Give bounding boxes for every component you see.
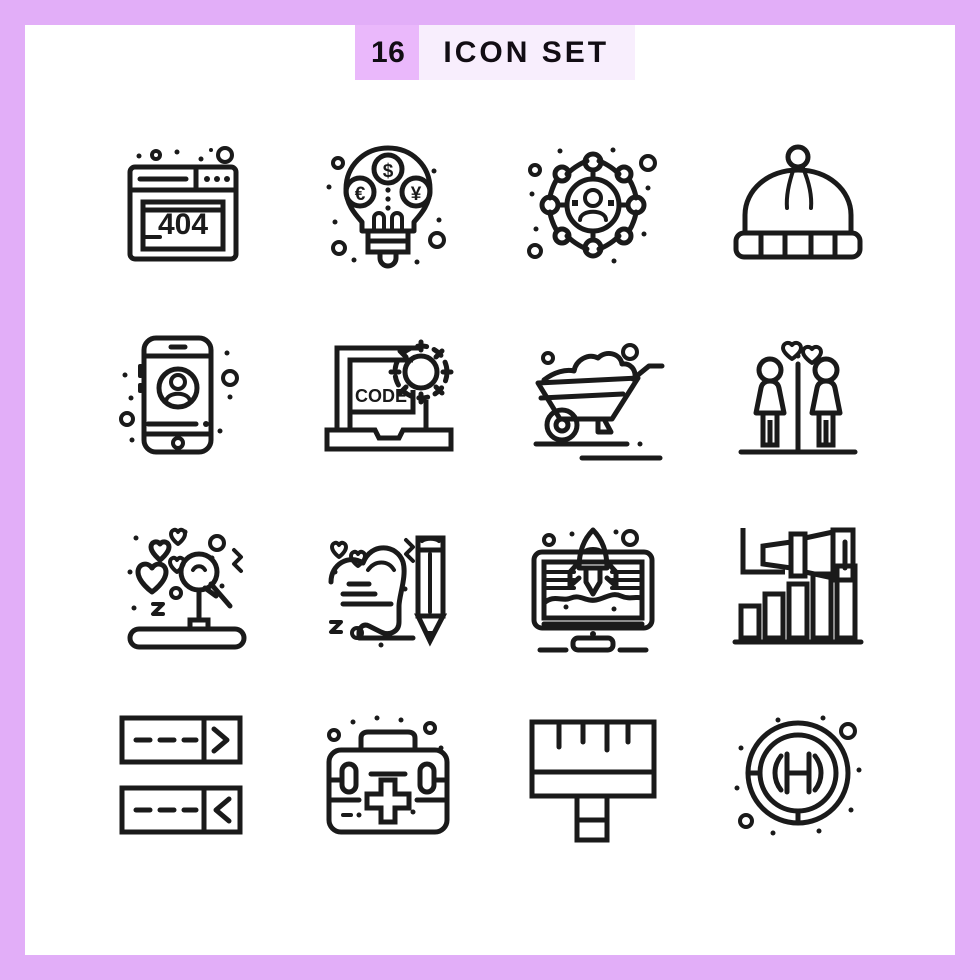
icon-grid: 404 $ € ¥ CODE [80, 110, 900, 870]
svg-text:€: € [354, 184, 365, 205]
svg-text:¥: ¥ [410, 184, 421, 205]
icon-cell-heart-pencil-note[interactable] [285, 490, 490, 680]
icon-cell-microphone-hearts[interactable] [80, 490, 285, 680]
microphone-hearts-icon [127, 527, 246, 650]
winter-beanie-hat-icon [733, 144, 862, 260]
icon-cell-laptop-code-gear[interactable]: CODE [285, 300, 490, 490]
heart-pencil-note-icon [328, 535, 447, 648]
couple-hearts-icon [738, 340, 857, 455]
ruler-measure-icon [529, 719, 656, 843]
svg-text:CODE: CODE [354, 386, 406, 406]
icon-cell-first-aid-kit[interactable] [285, 680, 490, 870]
icon-cell-telescope-bar-chart[interactable] [695, 490, 900, 680]
mobile-user-profile-icon [118, 335, 239, 455]
icon-cell-data-transfer-arrows[interactable] [80, 680, 285, 870]
helipad-h-icon [734, 715, 861, 836]
icon-set-page: 16 ICON SET 404 $ € ¥ CODE [0, 0, 980, 980]
svg-text:$: $ [382, 161, 393, 182]
header-title-background: ICON SET [419, 25, 636, 80]
icon-cell-wheelbarrow[interactable] [490, 300, 695, 490]
icon-cell-couple-hearts[interactable] [695, 300, 900, 490]
monitor-rocket-launch-icon [531, 527, 654, 653]
icon-count-badge: 16 [355, 25, 420, 80]
social-network-user-icon [526, 147, 657, 264]
money-idea-lightbulb-icon: $ € ¥ [326, 145, 446, 269]
svg-text:404: 404 [157, 208, 207, 241]
page-title: ICON SET [443, 35, 610, 69]
header: 16 ICON SET [355, 25, 636, 80]
icon-cell-winter-beanie-hat[interactable] [695, 110, 900, 300]
telescope-bar-chart-icon [732, 527, 863, 645]
icon-set-panel: 16 ICON SET 404 $ € ¥ CODE [25, 25, 955, 955]
icon-cell-ruler-measure[interactable] [490, 680, 695, 870]
laptop-code-gear-icon: CODE [324, 339, 453, 452]
icon-cell-social-network-user[interactable] [490, 110, 695, 300]
wheelbarrow-icon [533, 343, 664, 461]
icon-cell-error-404-browser-window[interactable]: 404 [80, 110, 285, 300]
data-transfer-arrows-icon [119, 715, 242, 835]
icon-cell-money-idea-lightbulb[interactable]: $ € ¥ [285, 110, 490, 300]
error-404-browser-window-icon: 404 [127, 146, 238, 262]
icon-cell-helipad-h[interactable] [695, 680, 900, 870]
icon-cell-monitor-rocket-launch[interactable] [490, 490, 695, 680]
icon-cell-mobile-user-profile[interactable] [80, 300, 285, 490]
first-aid-kit-icon [326, 715, 449, 835]
